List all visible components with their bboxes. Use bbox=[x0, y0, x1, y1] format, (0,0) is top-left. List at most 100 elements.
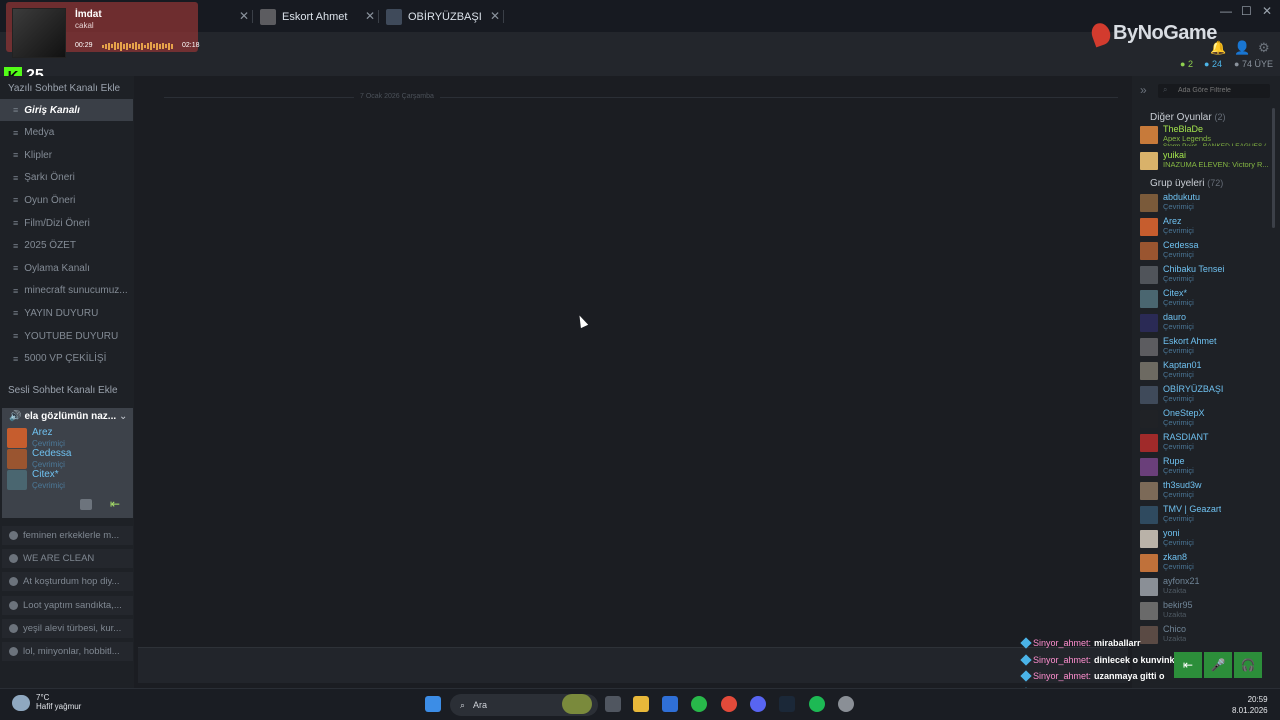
leave-call-button[interactable]: ⇤ bbox=[1174, 652, 1202, 678]
other-games-header[interactable]: Diğer Oyunlar (2) bbox=[1150, 112, 1225, 123]
voice-channel[interactable]: 🔊 ela gözlümün naz... ⌄ Arez Çevrimiçi C… bbox=[2, 408, 133, 518]
thread-item[interactable]: At koşturdum hop diy... bbox=[2, 572, 133, 592]
system-clock[interactable]: 20:59 8.01.2026 bbox=[1232, 694, 1268, 716]
maximize-icon[interactable]: ☐ bbox=[1241, 4, 1252, 18]
thread-item[interactable]: feminen erkeklerle m... bbox=[2, 526, 133, 545]
member-item[interactable]: dauro Çevrimiçi bbox=[1140, 312, 1276, 334]
collapse-panel-icon[interactable]: » bbox=[1140, 83, 1147, 97]
tab-obiryuzbasi[interactable]: OBİRYÜZBAŞI bbox=[386, 4, 482, 30]
message-input[interactable] bbox=[138, 647, 1128, 683]
headphones-button[interactable]: 🎧 bbox=[1234, 652, 1262, 678]
whatsapp-icon[interactable] bbox=[691, 696, 707, 712]
close-tab-icon[interactable]: ✕ bbox=[490, 9, 500, 23]
member-item[interactable]: Chico Uzakta bbox=[1140, 624, 1276, 646]
spotify-icon[interactable] bbox=[809, 696, 825, 712]
tab-eskort-ahmet[interactable]: Eskort Ahmet bbox=[260, 4, 347, 30]
voice-settings-icon[interactable] bbox=[80, 499, 92, 510]
member-item[interactable]: Chibaku Tensei Çevrimiçi bbox=[1140, 264, 1276, 286]
voice-channel-header[interactable]: Sesli Sohbet Kanalı Ekle bbox=[8, 385, 118, 396]
windows-taskbar: 7°C Hafif yağmur ⌕ Ara 20:59 8.01.2026 bbox=[0, 688, 1280, 720]
member-item[interactable]: zkan8 Çevrimiçi bbox=[1140, 552, 1276, 574]
weather-widget[interactable]: 7°C Hafif yağmur bbox=[12, 693, 81, 711]
channel-item[interactable]: ≡ 2025 ÖZET bbox=[0, 235, 133, 257]
member-item[interactable]: bekir95 Uzakta bbox=[1140, 600, 1276, 622]
member-item[interactable]: TMV | Geazart Çevrimiçi bbox=[1140, 504, 1276, 526]
avatar bbox=[1140, 194, 1158, 212]
voice-member[interactable]: Citex* Çevrimiçi bbox=[7, 470, 65, 491]
group-members-header[interactable]: Grup üyeleri (72) bbox=[1150, 178, 1223, 189]
thread-item[interactable]: lol, minyonlar, hobbitl... bbox=[2, 642, 133, 661]
member-item[interactable]: ayfonx21 Uzakta bbox=[1140, 576, 1276, 598]
file-explorer-icon[interactable] bbox=[633, 696, 649, 712]
channel-item[interactable]: ≡ Film/Dizi Öneri bbox=[0, 212, 133, 234]
thread-icon bbox=[9, 531, 18, 540]
member-item[interactable]: Cedessa Çevrimiçi bbox=[1140, 240, 1276, 262]
thread-label: yeşil alevi türbesi, kur... bbox=[23, 622, 122, 634]
voice-member[interactable]: Arez Çevrimiçi bbox=[7, 428, 65, 449]
channel-item[interactable]: ≡ Giriş Kanalı bbox=[0, 99, 133, 121]
channel-icon: ≡ bbox=[13, 127, 19, 138]
channel-item[interactable]: ≡ YAYIN DUYURU bbox=[0, 302, 133, 324]
member-item[interactable]: RASDIANT Çevrimiçi bbox=[1140, 432, 1276, 454]
voice-member[interactable]: Cedessa Çevrimiçi bbox=[7, 449, 71, 470]
windows-start-icon[interactable] bbox=[425, 696, 441, 712]
member-item[interactable]: Eskort Ahmet Çevrimiçi bbox=[1140, 336, 1276, 358]
close-window-icon[interactable]: ✕ bbox=[1262, 4, 1272, 18]
search-icon: ⌕ bbox=[460, 699, 466, 710]
chevron-down-icon[interactable]: ⌄ bbox=[119, 411, 127, 422]
avatar bbox=[1140, 126, 1158, 144]
thread-item[interactable]: yeşil alevi türbesi, kur... bbox=[2, 618, 133, 638]
total-time: 02:18 bbox=[182, 42, 200, 49]
avatar bbox=[1140, 362, 1158, 380]
steam-icon[interactable] bbox=[779, 696, 795, 712]
channel-item[interactable]: ≡ 5000 VP ÇEKİLİŞİ bbox=[0, 348, 133, 370]
member-item[interactable]: Kaptan01 Çevrimiçi bbox=[1140, 360, 1276, 382]
member-status: Çevrimiçi bbox=[1163, 298, 1194, 307]
member-item[interactable]: Rupe Çevrimiçi bbox=[1140, 456, 1276, 478]
close-tab-icon[interactable]: ✕ bbox=[365, 9, 375, 23]
close-tab-icon[interactable]: ✕ bbox=[239, 9, 249, 23]
member-status: Çevrimiçi bbox=[1163, 538, 1194, 547]
channel-icon: ≡ bbox=[13, 150, 19, 161]
member-item[interactable]: th3sud3w Çevrimiçi bbox=[1140, 480, 1276, 502]
channel-item[interactable]: ≡ minecraft sunucumuz... bbox=[0, 280, 133, 302]
channel-item[interactable]: ≡ Klipler bbox=[0, 144, 133, 166]
thread-item[interactable]: Loot yaptım sandıkta,... bbox=[2, 595, 133, 615]
channel-item[interactable]: ≡ Şarkı Öneri bbox=[0, 167, 133, 189]
chat-area[interactable]: 7 Ocak 2026 Çarşamba bbox=[134, 76, 1132, 688]
add-friend-icon[interactable]: 👤 bbox=[1234, 40, 1250, 56]
member-item[interactable]: yoni Çevrimiçi bbox=[1140, 528, 1276, 550]
member-item[interactable]: Citex* Çevrimiçi bbox=[1140, 288, 1276, 310]
member-item[interactable]: TheBlaDeApex LegendsStorm Point - RANKED… bbox=[1140, 124, 1276, 146]
member-filter-input[interactable] bbox=[1158, 84, 1270, 98]
member-list-scrollbar[interactable] bbox=[1272, 108, 1275, 228]
member-item[interactable]: yuikai INAZUMA ELEVEN: Victory R... bbox=[1140, 150, 1276, 172]
microphone-button[interactable]: 🎤 bbox=[1204, 652, 1232, 678]
member-item[interactable]: Arez Çevrimiçi bbox=[1140, 216, 1276, 238]
tab-separator bbox=[378, 10, 379, 23]
member-item[interactable]: abdukutu Çevrimiçi bbox=[1140, 192, 1276, 214]
leave-voice-icon[interactable]: ⇤ bbox=[110, 497, 120, 511]
chrome-icon[interactable] bbox=[721, 696, 737, 712]
voice-channel-title: 🔊 ela gözlümün naz... bbox=[9, 411, 117, 422]
channel-item[interactable]: ≡ YOUTUBE DUYURU bbox=[0, 325, 133, 347]
thread-icon bbox=[9, 577, 18, 587]
thread-item[interactable]: WE ARE CLEAN bbox=[2, 549, 133, 569]
clock-date: 8.01.2026 bbox=[1232, 706, 1268, 715]
gear-icon[interactable]: ⚙ bbox=[1258, 40, 1270, 56]
member-item[interactable]: OBİRYÜZBAŞI Çevrimiçi bbox=[1140, 384, 1276, 406]
member-item[interactable]: OneStepX Çevrimiçi bbox=[1140, 408, 1276, 430]
minimize-icon[interactable]: — bbox=[1220, 4, 1232, 18]
thread-icon bbox=[9, 554, 18, 564]
mail-icon[interactable] bbox=[662, 696, 678, 712]
channel-item[interactable]: ≡ Medya bbox=[0, 122, 133, 144]
member-status: Çevrimiçi bbox=[1163, 250, 1194, 259]
app-icon[interactable] bbox=[838, 696, 854, 712]
channel-item[interactable]: ≡ Oylama Kanalı bbox=[0, 257, 133, 279]
discord-icon[interactable] bbox=[750, 696, 766, 712]
notification-icon[interactable]: 🔔 bbox=[1210, 40, 1226, 56]
channel-icon: ≡ bbox=[13, 263, 19, 274]
channel-item[interactable]: ≡ Oyun Öneri bbox=[0, 189, 133, 211]
task-view-icon[interactable] bbox=[605, 696, 621, 712]
text-channel-header[interactable]: Yazılı Sohbet Kanalı Ekle bbox=[8, 83, 120, 94]
